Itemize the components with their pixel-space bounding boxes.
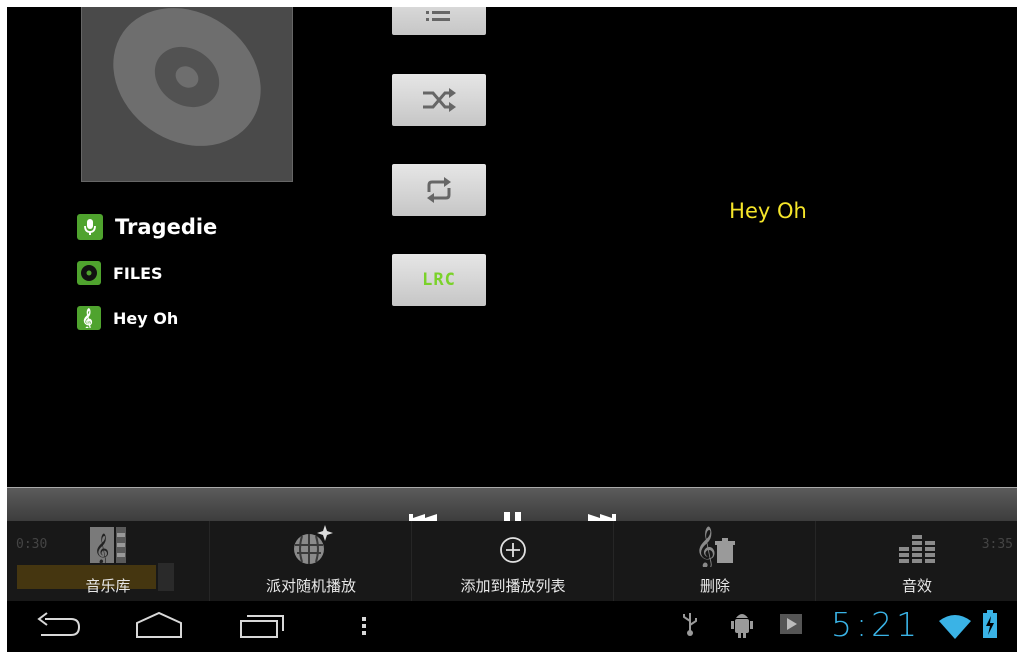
menu-item-music-library[interactable]: 𝄞 音乐库 (7, 521, 209, 601)
back-icon[interactable] (35, 611, 83, 639)
wifi-icon (939, 615, 971, 639)
menu-label: 删除 (699, 577, 730, 595)
menu-label: 音乐库 (85, 577, 131, 595)
menu-item-add-to-playlist[interactable]: 添加到播放列表 (411, 521, 614, 601)
sound-effects-icon (895, 521, 939, 567)
options-menu: 0:30 3:35 𝄞 音乐库 派对随机播放 添加到播放列表 𝄞 删除 音效 (7, 521, 1017, 601)
recent-apps-icon[interactable] (239, 611, 287, 639)
music-library-icon: 𝄞 (86, 521, 130, 567)
menu-item-party-shuffle[interactable]: 派对随机播放 (209, 521, 412, 601)
home-icon[interactable] (135, 611, 183, 639)
treble-clef-icon: 𝄞 (77, 306, 101, 330)
lrc-label: LRC (422, 270, 456, 290)
system-navigation-bar: 5:21 (7, 601, 1017, 652)
artist-name: Tragedie (115, 215, 218, 239)
playback-bar (7, 487, 1017, 522)
menu-item-sound-effects[interactable]: 音效 (815, 521, 1017, 601)
album-name: FILES (113, 263, 163, 283)
list-icon (426, 11, 450, 21)
overflow-menu-icon[interactable] (359, 611, 369, 639)
album-row: FILES (77, 261, 163, 285)
svg-text:𝄞: 𝄞 (695, 526, 716, 567)
battery-charging-icon (983, 610, 997, 638)
usb-icon (683, 613, 697, 636)
playlist-button[interactable] (392, 7, 486, 35)
media-playing-icon (780, 614, 802, 634)
artist-row: Tragedie (77, 214, 217, 240)
add-to-playlist-icon (498, 521, 528, 567)
usb-debugging-icon (731, 614, 753, 638)
repeat-icon (427, 177, 451, 203)
svg-text:𝄞: 𝄞 (82, 309, 93, 328)
shuffle-button[interactable] (392, 74, 486, 126)
lyrics-toggle-button[interactable]: LRC (392, 254, 486, 306)
screen: Tragedie FILES 𝄞 Hey Oh LRC Hey Oh 0:30 … (7, 7, 1017, 652)
song-title: Hey Oh (113, 308, 179, 328)
title-row: 𝄞 Hey Oh (77, 306, 178, 330)
current-lyric-line: Hey Oh (729, 199, 807, 223)
repeat-button[interactable] (392, 164, 486, 216)
menu-label: 派对随机播放 (265, 577, 356, 595)
menu-label: 添加到播放列表 (460, 577, 566, 595)
menu-item-delete[interactable]: 𝄞 删除 (613, 521, 816, 601)
disc-icon (113, 8, 261, 146)
microphone-icon (77, 214, 103, 240)
party-shuffle-icon (289, 521, 333, 567)
status-clock: 5:21 (831, 605, 922, 644)
shuffle-icon (423, 88, 456, 112)
delete-icon: 𝄞 (691, 521, 739, 567)
menu-label: 音效 (901, 577, 932, 595)
album-icon (77, 261, 101, 285)
album-art (81, 7, 293, 182)
svg-text:𝄞: 𝄞 (94, 533, 109, 565)
